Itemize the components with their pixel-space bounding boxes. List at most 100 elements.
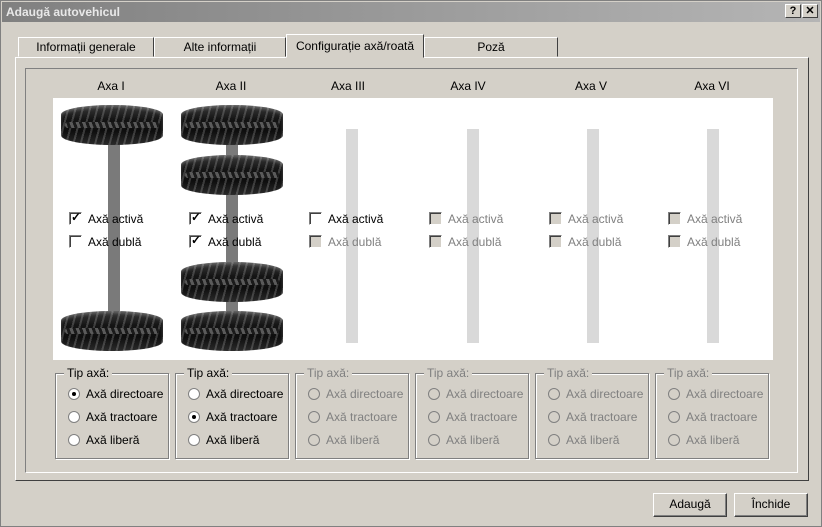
axle-6-double-checkbox: Axă dublă <box>668 235 740 251</box>
axle-2-type-free-radio[interactable]: Axă liberă <box>188 433 259 449</box>
tab-axle-wheel-config[interactable]: Configurație axă/roată <box>286 34 424 58</box>
axle-4-active-checkbox: Axă activă <box>429 212 503 228</box>
checkbox-box: ✓ <box>69 210 82 225</box>
radio-label: Axă liberă <box>686 433 740 447</box>
checkbox-label: Axă activă <box>88 212 144 226</box>
axle-1-double-checkbox[interactable]: Axă dublă <box>69 235 141 251</box>
checkbox-label: Axă activă <box>687 212 743 226</box>
axle-2-active-checkbox[interactable]: ✓ Axă activă <box>189 210 264 228</box>
axle-3-type-group: Tip axă: Axă directoare Axă tractoare Ax… <box>295 366 409 459</box>
close-button[interactable]: Închide <box>734 493 808 517</box>
axle-5-header: Axa V <box>574 79 607 93</box>
radio-label: Axă tractoare <box>86 410 158 424</box>
radio-label: Axă tractoare <box>446 410 518 424</box>
checkbox-box <box>429 235 442 248</box>
axle-2-wheel-top-outer <box>181 105 283 145</box>
checkbox-box <box>549 212 562 225</box>
radio-label: Axă liberă <box>206 433 260 447</box>
axle-2-type-steering-radio[interactable]: Axă directoare <box>188 387 283 403</box>
radio-dot <box>548 411 560 423</box>
checkbox-label: Axă dublă <box>448 235 502 249</box>
axle-3-type-steering-radio: Axă directoare <box>308 387 403 403</box>
radio-label: Axă directoare <box>86 387 164 401</box>
group-legend: Tip axă: <box>184 366 233 380</box>
radio-label: Axă tractoare <box>206 410 278 424</box>
radio-label: Axă directoare <box>206 387 284 401</box>
axle-5-type-drive-radio: Axă tractoare <box>548 410 637 426</box>
axle-1-type-free-radio[interactable]: Axă liberă <box>68 433 139 449</box>
add-button[interactable]: Adaugă <box>653 493 727 517</box>
add-vehicle-dialog: Adaugă autovehicul ? ✕ Informații genera… <box>0 0 822 527</box>
axle-1-type-steering-radio[interactable]: Axă directoare <box>68 387 163 403</box>
axle-1-wheel-bottom <box>61 311 163 351</box>
checkbox-box <box>668 212 681 225</box>
checkbox-box <box>429 212 442 225</box>
axle-4-type-free-radio: Axă liberă <box>428 433 499 449</box>
tab-other-info[interactable]: Alte informații <box>154 37 286 57</box>
checkbox-box: ✓ <box>189 233 202 248</box>
checkbox-box <box>549 235 562 248</box>
radio-dot <box>428 388 440 400</box>
axle-1-wheel-top <box>61 105 163 145</box>
checkbox-label: Axă dublă <box>208 235 262 249</box>
group-legend: Tip axă: <box>664 366 713 380</box>
axle-1-shaft <box>108 141 120 316</box>
window-title: Adaugă autovehicul <box>6 5 121 19</box>
tab-general-info[interactable]: Informații generale <box>18 37 154 57</box>
axle-4-type-drive-radio: Axă tractoare <box>428 410 517 426</box>
radio-dot <box>68 434 80 446</box>
axle-4-double-checkbox: Axă dublă <box>429 235 501 251</box>
axle-4-header: Axa IV <box>450 79 486 93</box>
radio-label: Axă liberă <box>446 433 500 447</box>
radio-dot <box>308 388 320 400</box>
axle-6-header: Axa VI <box>694 79 730 93</box>
axle-2-wheel-top-inner <box>181 155 283 195</box>
axle-2-double-checkbox[interactable]: ✓ Axă dublă <box>189 233 262 251</box>
axle-1-type-drive-radio[interactable]: Axă tractoare <box>68 410 157 426</box>
axle-6-type-drive-radio: Axă tractoare <box>668 410 757 426</box>
radio-dot <box>548 388 560 400</box>
checkbox-label: Axă activă <box>328 212 384 226</box>
checkbox-box <box>309 235 322 248</box>
group-legend: Tip axă: <box>304 366 353 380</box>
checkbox-label: Axă activă <box>448 212 504 226</box>
radio-label: Axă directoare <box>686 387 764 401</box>
axle-3-header: Axa III <box>330 79 365 93</box>
axle-6-type-steering-radio: Axă directoare <box>668 387 763 403</box>
axle-3-active-checkbox[interactable]: Axă activă <box>309 212 383 228</box>
group-legend: Tip axă: <box>424 366 473 380</box>
checkbox-label: Axă dublă <box>568 235 622 249</box>
checkbox-box <box>309 212 322 225</box>
radio-label: Axă liberă <box>566 433 620 447</box>
radio-label: Axă tractoare <box>566 410 638 424</box>
axle-6-active-checkbox: Axă activă <box>668 212 742 228</box>
help-button[interactable]: ? <box>785 4 801 18</box>
group-legend: Tip axă: <box>544 366 593 380</box>
checkbox-label: Axă activă <box>568 212 624 226</box>
axle-6-type-group: Tip axă: Axă directoare Axă tractoare Ax… <box>655 366 769 459</box>
title-bar[interactable]: Adaugă autovehicul <box>2 2 820 22</box>
radio-dot <box>68 411 80 423</box>
axle-5-type-steering-radio: Axă directoare <box>548 387 643 403</box>
close-window-button[interactable]: ✕ <box>802 4 818 18</box>
axle-2-type-group: Tip axă: Axă directoare Axă tractoare Ax… <box>175 366 289 459</box>
axle-3-double-checkbox: Axă dublă <box>309 235 381 251</box>
radio-dot <box>668 434 680 446</box>
tab-label: Alte informații <box>183 40 257 54</box>
axle-2-type-drive-radio[interactable]: Axă tractoare <box>188 410 277 426</box>
tab-label: Configurație axă/roată <box>295 39 415 53</box>
axle-5-double-checkbox: Axă dublă <box>549 235 621 251</box>
axle-5-active-checkbox: Axă activă <box>549 212 623 228</box>
checkbox-box <box>668 235 681 248</box>
axle-5-type-group: Tip axă: Axă directoare Axă tractoare Ax… <box>535 366 649 459</box>
radio-dot <box>188 434 200 446</box>
tab-photo[interactable]: Poză <box>424 37 558 57</box>
radio-dot <box>188 388 200 400</box>
radio-dot <box>428 434 440 446</box>
radio-dot <box>428 411 440 423</box>
checkbox-label: Axă activă <box>208 212 264 226</box>
radio-dot <box>68 388 80 400</box>
axle-3-type-drive-radio: Axă tractoare <box>308 410 397 426</box>
axle-1-active-checkbox[interactable]: ✓ Axă activă <box>69 210 144 228</box>
axle-4-type-steering-radio: Axă directoare <box>428 387 523 403</box>
